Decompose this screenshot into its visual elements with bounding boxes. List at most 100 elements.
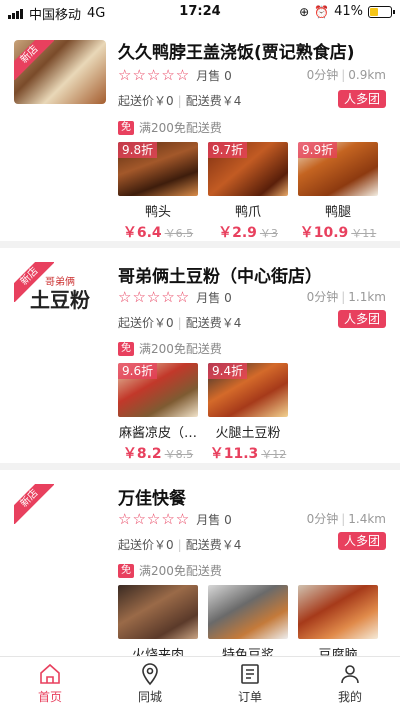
dish-item[interactable]: 特色豆浆 xyxy=(208,585,288,656)
home-icon xyxy=(40,663,60,684)
delivery-fee: 配送费￥4 xyxy=(185,538,242,552)
free-delivery-tag: 免 xyxy=(118,563,134,578)
dish-photo: 9.4折 xyxy=(208,363,288,417)
dish-name: 麻酱凉皮（… xyxy=(118,426,197,441)
battery-percent: 41% xyxy=(334,4,363,19)
new-shop-ribbon: 新店 xyxy=(14,40,54,80)
rating-stars-icon: ☆☆☆☆☆ xyxy=(118,66,191,84)
free-delivery-tag: 免 xyxy=(118,120,134,135)
bottom-tab-bar: 首页 同城 订单 我的 xyxy=(0,656,400,710)
dish-item[interactable]: 9.7折 鸭爪 ￥2.9 ￥3 xyxy=(208,142,288,242)
dish-photo xyxy=(298,585,378,639)
shop-card[interactable]: 新店 万佳快餐 ☆☆☆☆☆ 月售 0 0分钟 | 1.4km 起送价￥0 | 配送费￥4… xyxy=(0,470,400,656)
user-icon xyxy=(341,665,359,684)
dish-photo xyxy=(118,585,198,639)
discount-tag: 9.7折 xyxy=(208,142,248,158)
promo-row: 免 满200免配送费 xyxy=(118,119,222,136)
shop-name: 哥弟俩土豆粉（中心街店） xyxy=(118,267,322,287)
tab-home[interactable]: 首页 xyxy=(0,657,100,710)
shop-card[interactable]: 哥弟俩 土豆粉 新店 哥弟俩土豆粉（中心街店） ☆☆☆☆☆ 月售 0 0分钟 | 1.… xyxy=(0,248,400,470)
discount-tag: 9.6折 xyxy=(118,363,158,379)
dish-price: ￥8.2 ￥8.5 xyxy=(122,446,194,462)
delivery-fee: 配送费￥4 xyxy=(185,316,242,330)
monthly-sales: 月售 0 xyxy=(196,512,232,527)
delivery-fee: 配送费￥4 xyxy=(185,94,242,108)
dish-row: 火烧夹肉 特色豆浆 豆腐脑 xyxy=(118,585,378,656)
shop-list: 新店 久久鸭脖王盖浇饭(贾记熟食店) ☆☆☆☆☆ 月售 0 0分钟 | 0.9km … xyxy=(0,24,400,656)
min-order: 起送价￥0 xyxy=(118,94,174,108)
tab-profile[interactable]: 我的 xyxy=(300,657,400,710)
group-badge: 人多团 xyxy=(337,90,386,108)
distance: 0.9km xyxy=(348,68,386,82)
dish-item[interactable]: 9.4折 火腿土豆粉 ￥11.3 ￥12 xyxy=(208,363,288,463)
tab-local[interactable]: 同城 xyxy=(100,657,200,710)
dish-photo: 9.7折 xyxy=(208,142,288,196)
shop-card[interactable]: 新店 久久鸭脖王盖浇饭(贾记熟食店) ☆☆☆☆☆ 月售 0 0分钟 | 0.9km … xyxy=(0,24,400,248)
dish-name: 鸭头 xyxy=(144,205,171,220)
fee-row: 起送价￥0 | 配送费￥4 xyxy=(118,538,242,552)
promo-text: 满200免配送费 xyxy=(139,342,222,356)
dish-name: 特色豆浆 xyxy=(221,648,274,656)
dish-name: 豆腐脑 xyxy=(318,648,358,656)
rating-stars-icon: ☆☆☆☆☆ xyxy=(118,288,191,306)
promo-text: 满200免配送费 xyxy=(139,564,222,578)
promo-row: 免 满200免配送费 xyxy=(118,562,222,579)
dish-photo: 9.6折 xyxy=(118,363,198,417)
shop-logo: 新店 xyxy=(14,484,106,548)
tab-label: 同城 xyxy=(137,690,162,704)
promo-text: 满200免配送费 xyxy=(139,121,222,135)
delivery-time: 0分钟 xyxy=(306,512,339,526)
delivery-meta: 0分钟 | 1.1km xyxy=(306,290,386,304)
dish-price: ￥11.3 ￥12 xyxy=(209,446,287,462)
shop-photo: 新店 xyxy=(14,40,106,104)
rotation-lock-icon: ⊕ xyxy=(299,4,310,19)
dish-item[interactable]: 火烧夹肉 xyxy=(118,585,198,656)
tab-label: 我的 xyxy=(337,690,362,704)
dish-item[interactable]: 9.6折 麻酱凉皮（… ￥8.2 ￥8.5 xyxy=(118,363,198,463)
min-order: 起送价￥0 xyxy=(118,316,174,330)
delivery-meta: 0分钟 | 1.4km xyxy=(306,512,386,526)
dish-item[interactable]: 豆腐脑 xyxy=(298,585,378,656)
distance: 1.4km xyxy=(348,512,386,526)
tab-label: 订单 xyxy=(237,690,262,704)
new-shop-ribbon: 新店 xyxy=(14,484,54,524)
shop-name: 久久鸭脖王盖浇饭(贾记熟食店) xyxy=(118,43,355,63)
rating-row: ☆☆☆☆☆ 月售 0 xyxy=(118,66,232,84)
shop-logo: 哥弟俩 土豆粉 新店 xyxy=(14,262,106,326)
tab-label: 首页 xyxy=(37,690,62,704)
dish-name: 鸭爪 xyxy=(234,205,261,220)
delivery-meta: 0分钟 | 0.9km xyxy=(306,68,386,82)
dish-row: 9.6折 麻酱凉皮（… ￥8.2 ￥8.5 9.4折 火腿土豆粉 ￥11.3 ￥12 xyxy=(118,363,288,463)
dish-row: 9.8折 鸭头 ￥6.4 ￥6.5 9.7折 鸭爪 ￥2.9 ￥3 9.9折 鸭腿 … xyxy=(118,142,378,242)
rating-row: ☆☆☆☆☆ 月售 0 xyxy=(118,288,232,306)
dish-item[interactable]: 9.8折 鸭头 ￥6.4 ￥6.5 xyxy=(118,142,198,242)
fee-row: 起送价￥0 | 配送费￥4 xyxy=(118,316,242,330)
fee-row: 起送价￥0 | 配送费￥4 xyxy=(118,94,242,108)
order-list-icon xyxy=(241,664,259,684)
location-pin-icon xyxy=(142,663,158,686)
alarm-icon: ⏰ xyxy=(314,4,330,19)
delivery-time: 0分钟 xyxy=(306,68,339,82)
battery-icon xyxy=(368,5,395,18)
dish-price: ￥10.9 ￥11 xyxy=(299,225,377,241)
dish-price: ￥6.4 ￥6.5 xyxy=(122,225,194,241)
shop-name: 万佳快餐 xyxy=(118,489,186,509)
monthly-sales: 月售 0 xyxy=(196,290,232,305)
dish-photo xyxy=(208,585,288,639)
dish-name: 火烧夹肉 xyxy=(131,648,184,656)
dish-name: 火腿土豆粉 xyxy=(215,426,281,441)
discount-tag: 9.8折 xyxy=(118,142,158,158)
promo-row: 免 满200免配送费 xyxy=(118,340,222,357)
group-badge: 人多团 xyxy=(337,310,386,328)
dish-photo: 9.8折 xyxy=(118,142,198,196)
dish-name: 鸭腿 xyxy=(324,205,351,220)
min-order: 起送价￥0 xyxy=(118,538,174,552)
tab-orders[interactable]: 订单 xyxy=(200,657,300,710)
new-shop-ribbon: 新店 xyxy=(14,262,54,302)
monthly-sales: 月售 0 xyxy=(196,68,232,83)
rating-row: ☆☆☆☆☆ 月售 0 xyxy=(118,510,232,528)
status-bar: 中国移动 4G 17:24 ⊕ ⏰ 41% xyxy=(0,0,400,24)
free-delivery-tag: 免 xyxy=(118,341,134,356)
rating-stars-icon: ☆☆☆☆☆ xyxy=(118,510,191,528)
dish-item[interactable]: 9.9折 鸭腿 ￥10.9 ￥11 xyxy=(298,142,378,242)
